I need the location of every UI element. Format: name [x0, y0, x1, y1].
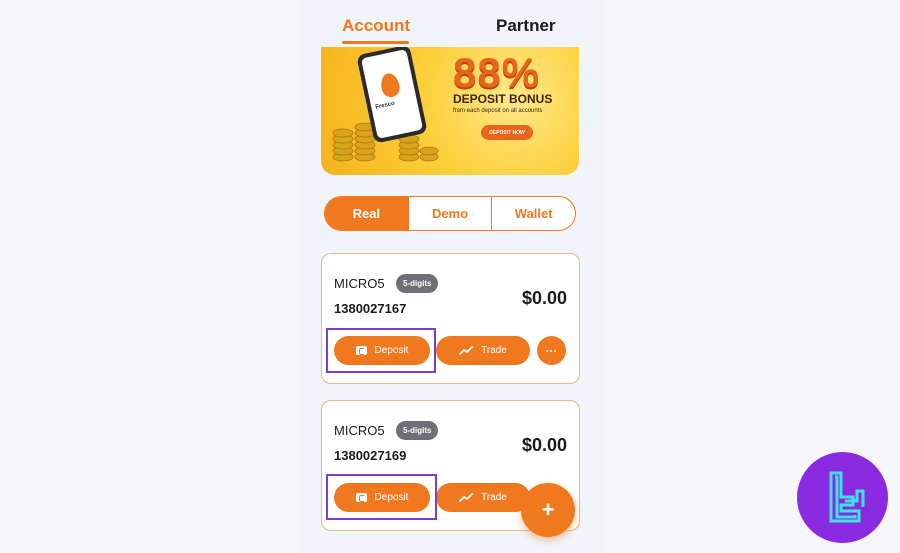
account-type: MICRO5 [334, 276, 385, 291]
plus-icon: + [541, 497, 555, 522]
tab-account[interactable]: Account [342, 16, 410, 36]
account-balance: $0.00 [521, 435, 567, 455]
bonus-title: DEPOSIT BONUS [453, 92, 553, 106]
account-number: 1380027167 [334, 301, 407, 316]
deposit-highlight-box [326, 328, 436, 373]
trade-label: Trade [481, 492, 507, 503]
account-type: MICRO5 [334, 423, 385, 438]
account-balance: $0.00 [521, 288, 567, 308]
trend-up-icon [459, 492, 474, 502]
trade-label: Trade [481, 345, 507, 356]
deposit-highlight-box [326, 474, 437, 520]
trade-button[interactable]: Trade [436, 336, 530, 365]
bonus-percent: 88% [453, 49, 541, 96]
trade-button[interactable]: Trade [436, 483, 530, 512]
more-options-button[interactable]: ··· [537, 336, 566, 365]
digits-badge: 5-digits [396, 421, 439, 440]
phone-screen: Fresco [360, 49, 424, 139]
tab-account-underline [342, 41, 409, 44]
deposit-now-button[interactable]: DEPOSIT NOW [481, 125, 533, 140]
top-tab-bar: Account Partner [300, 0, 602, 46]
phone-brand-text: Fresco [374, 100, 396, 111]
app-screen: Account Partner Fresco 88% DEPOSIT BONUS… [300, 0, 602, 553]
flame-logo-icon [378, 71, 402, 99]
promo-banner[interactable]: Fresco 88% DEPOSIT BONUS from each depos… [321, 47, 579, 175]
add-account-button[interactable]: + [521, 483, 575, 537]
trend-up-icon [459, 345, 474, 355]
digits-badge: 5-digits [396, 274, 439, 293]
segment-real[interactable]: Real [325, 197, 408, 230]
tab-partner[interactable]: Partner [496, 16, 556, 36]
segment-demo[interactable]: Demo [407, 197, 492, 230]
account-number: 1380027169 [334, 448, 407, 463]
brand-logo-icon [829, 471, 864, 522]
account-type-switcher: Real Demo Wallet [324, 196, 576, 231]
segment-wallet[interactable]: Wallet [491, 197, 575, 230]
brand-logo [797, 452, 888, 543]
more-horizontal-icon: ··· [545, 343, 558, 358]
bonus-subtitle: from each deposit on all accounts [453, 108, 543, 114]
